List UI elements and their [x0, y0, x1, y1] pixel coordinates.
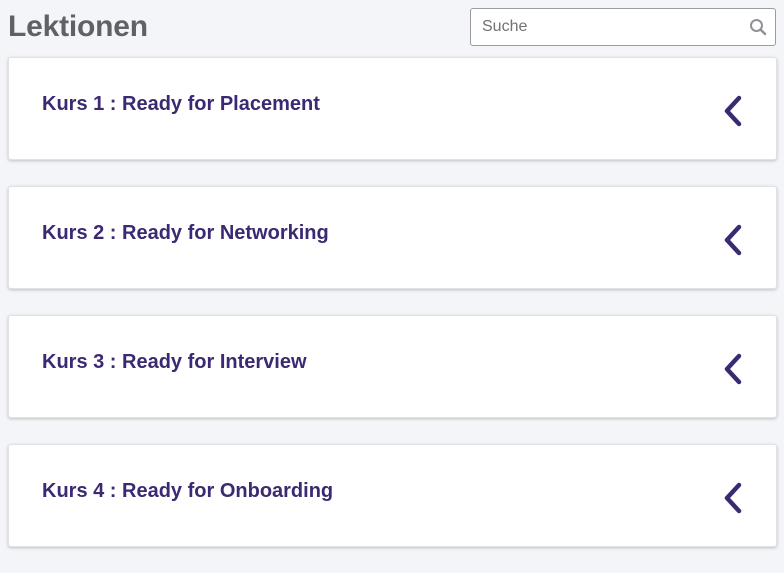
course-card-2[interactable]: Kurs 2 : Ready for Networking: [8, 186, 777, 289]
course-title[interactable]: Kurs 3 : Ready for Interview: [42, 350, 307, 374]
chevron-left-icon[interactable]: [723, 482, 743, 514]
chevron-left-icon[interactable]: [723, 353, 743, 385]
course-card-1[interactable]: Kurs 1 : Ready for Placement: [8, 57, 777, 160]
search-icon[interactable]: [749, 18, 767, 36]
course-card-4[interactable]: Kurs 4 : Ready for Onboarding: [8, 444, 777, 547]
course-title[interactable]: Kurs 1 : Ready for Placement: [42, 92, 320, 116]
course-card-3[interactable]: Kurs 3 : Ready for Interview: [8, 315, 777, 418]
chevron-left-icon[interactable]: [723, 224, 743, 256]
search-input[interactable]: [471, 9, 741, 45]
course-list: Kurs 1 : Ready for Placement Kurs 2 : Re…: [8, 57, 777, 573]
search-box[interactable]: [470, 8, 776, 46]
page-title: Lektionen: [8, 10, 148, 43]
course-title[interactable]: Kurs 4 : Ready for Onboarding: [42, 479, 333, 503]
chevron-left-icon[interactable]: [723, 95, 743, 127]
course-title[interactable]: Kurs 2 : Ready for Networking: [42, 221, 329, 245]
